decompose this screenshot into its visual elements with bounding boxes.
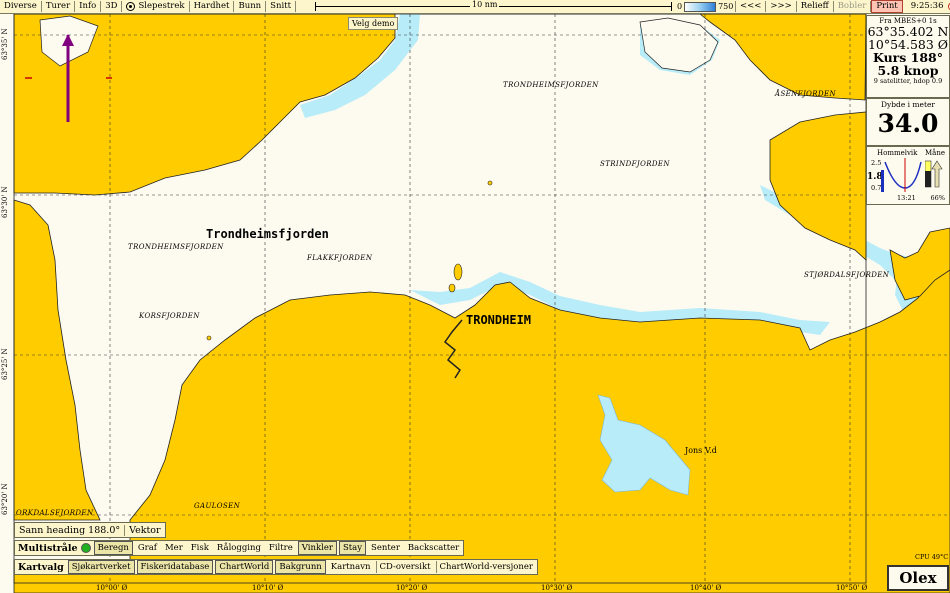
- depth-max: 750: [718, 2, 734, 11]
- multistrale-stay[interactable]: Stay: [338, 541, 367, 555]
- velg-demo-button[interactable]: Velg demo: [348, 17, 399, 30]
- menu-info[interactable]: Info: [75, 1, 102, 12]
- moon-percent: 66%: [930, 194, 945, 202]
- menu-3d[interactable]: 3D: [101, 1, 123, 12]
- depth-color-scale[interactable]: 0 750: [677, 1, 733, 12]
- speed: 5.8 knop: [877, 63, 939, 78]
- nav-back-button[interactable]: <<<: [735, 1, 767, 12]
- toolbar-right: <<< >>> Relieff Bobler Print 9:25:36: [735, 0, 950, 13]
- depth-min: 0: [677, 2, 683, 11]
- label-trondheimsfjorden-small: TRONDHEIMSFJORDEN: [128, 243, 224, 251]
- multistrale-filtre[interactable]: Filtre: [266, 542, 296, 554]
- satellites: 9 satelitter, hdop 0.9: [873, 77, 943, 85]
- multistrale-mer[interactable]: Mer: [162, 542, 186, 554]
- depth-caption: Dybde i meter: [880, 100, 936, 109]
- depth-value: 34.0: [877, 109, 939, 138]
- slepestrek-label: Slepestrek: [138, 1, 185, 11]
- chart-map[interactable]: [0, 0, 950, 593]
- lat-label: 63°25' N: [1, 348, 9, 380]
- lon-label: 10°30' Ø: [541, 584, 573, 592]
- nav-forward-button[interactable]: >>>: [766, 1, 797, 12]
- tide-min: 0.7: [871, 184, 882, 192]
- status-led: [80, 543, 91, 553]
- lon-label: 10°40' Ø: [690, 584, 722, 592]
- position-panel: Fra MBES+0 1s 63°35.402 N 10°54.583 Ø Ku…: [866, 15, 950, 98]
- label-trondheimsfjorden-big: Trondheimsfjorden: [206, 227, 329, 241]
- kartvalg-row: Kartvalg Sjøkartverket Fiskeridatabase C…: [14, 559, 538, 575]
- cpu-temp: CPU 49°C: [915, 553, 949, 561]
- menu-bunn[interactable]: Bunn: [234, 1, 267, 12]
- depth-panel: Dybde i meter 34.0: [866, 98, 950, 146]
- depth-gradient: [684, 1, 717, 12]
- kartvalg-sjokartverket[interactable]: Sjøkartverket: [67, 560, 135, 574]
- multistrale-title: Multistråle: [18, 542, 78, 554]
- label-trondheim: TRONDHEIM: [466, 313, 532, 327]
- menu-snitt[interactable]: Snitt: [266, 1, 296, 12]
- tide-time: 13:21: [897, 194, 916, 202]
- label-orkdalsfjorden: ORKDALSFJORDEN: [16, 509, 94, 517]
- kartvalg-chartworld[interactable]: ChartWorld: [215, 560, 274, 574]
- kartvalg-cd-oversikt[interactable]: CD-oversikt: [375, 561, 434, 573]
- multistrale-senter[interactable]: Senter: [368, 542, 403, 554]
- label-korsfjorden: KORSFJORDEN: [139, 312, 200, 320]
- tide-curve: [881, 158, 922, 192]
- label-gaulosen: GAULOSEN: [194, 502, 241, 510]
- menu-diverse[interactable]: Diverse: [0, 1, 42, 12]
- label-trondheimsfjorden-top: TRONDHEIMSFJORDEN: [503, 81, 599, 89]
- tide-panel: Hommelvik Måne 2.5 1.8 0.7 13:21 66%: [866, 146, 950, 205]
- scale-bar: 10 nm: [315, 0, 672, 12]
- menu-hardhet[interactable]: Hardhet: [190, 1, 235, 12]
- label-stjordalsfjorden: STJØRDALSFJORDEN: [804, 271, 890, 279]
- print-button[interactable]: Print: [871, 0, 903, 13]
- olex-logo[interactable]: Olex: [887, 565, 949, 591]
- scale-label: 10 nm: [470, 0, 500, 9]
- kartvalg-title: Kartvalg: [18, 561, 64, 573]
- relieff-button[interactable]: Relieff: [797, 1, 834, 12]
- moon-icon: [925, 160, 943, 188]
- multistrale-beregn[interactable]: Beregn: [93, 541, 133, 555]
- target-icon: [126, 2, 136, 11]
- menu-turer[interactable]: Turer: [42, 1, 76, 12]
- multistrale-backscatter[interactable]: Backscatter: [405, 542, 462, 554]
- label-strindfjorden: STRINDFJORDEN: [600, 160, 670, 168]
- kartvalg-bakgrunn[interactable]: Bakgrunn: [275, 560, 326, 574]
- multistrale-row: Multistråle Beregn Graf Mer Fisk Råloggi…: [14, 540, 465, 556]
- label-jonsvatnet: Jons V.d: [685, 446, 717, 455]
- tide-max: 2.5: [871, 159, 882, 167]
- kartvalg-kartnavn[interactable]: Kartnavn: [328, 561, 374, 573]
- multistrale-graf[interactable]: Graf: [135, 542, 160, 554]
- lon-label: 10°00' Ø: [96, 584, 128, 592]
- true-heading: Sann heading 188.0°: [19, 524, 121, 536]
- lat-label: 63°20' N: [1, 483, 9, 515]
- clock: 9:25:36: [910, 1, 944, 11]
- bobler-button[interactable]: Bobler: [834, 1, 872, 12]
- multistrale-ralogging[interactable]: Rålogging: [214, 542, 264, 554]
- kartvalg-chartworld-versjoner[interactable]: ChartWorld-versjoner: [435, 561, 536, 573]
- lon-label: 10°20' Ø: [396, 584, 428, 592]
- label-asenfjorden: ÅSENFJORDEN: [775, 90, 837, 98]
- slepestrek-button[interactable]: Slepestrek: [122, 1, 190, 12]
- label-flakkfjorden: FLAKKFJORDEN: [307, 254, 373, 262]
- vektor-button[interactable]: Vektor: [124, 524, 164, 536]
- multistrale-vinkler[interactable]: Vinkler: [297, 541, 337, 555]
- moon-label: Måne: [925, 149, 945, 157]
- tide-place: Hommelvik: [877, 149, 918, 157]
- lat-label: 63°30' N: [1, 186, 9, 218]
- lat-label: 63°35' N: [1, 28, 9, 60]
- kartvalg-fiskeridatabase[interactable]: Fiskeridatabase: [136, 560, 214, 574]
- heading-row: Sann heading 188.0° Vektor: [14, 522, 166, 538]
- multistrale-fisk[interactable]: Fisk: [188, 542, 212, 554]
- lon-label: 10°50' Ø: [836, 584, 868, 592]
- lon-label: 10°10' Ø: [252, 584, 284, 592]
